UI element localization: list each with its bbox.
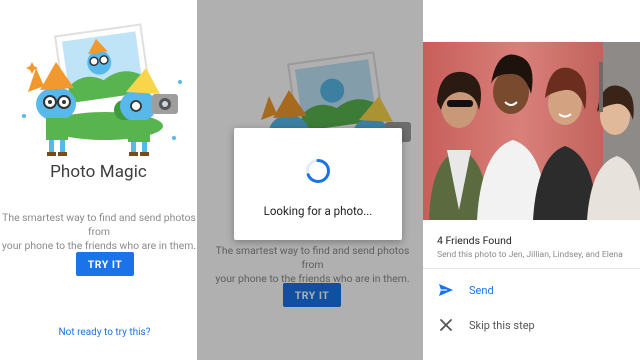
send-action[interactable]: Send xyxy=(423,275,640,305)
friends-found-sheet: 4 Friends Found Send this photo to Jen, … xyxy=(423,220,640,360)
send-label: Send xyxy=(469,283,494,297)
loading-message: Looking for a photo... xyxy=(263,204,373,218)
try-it-button[interactable]: TRY IT xyxy=(76,252,134,276)
send-to-description: Send this photo to Jen, Jillian, Lindsey… xyxy=(437,250,623,260)
skip-label: Skip this step xyxy=(469,318,535,332)
close-icon xyxy=(437,316,455,334)
group-photo xyxy=(423,42,640,220)
loading-screen: The smartest way to find and send photos… xyxy=(197,0,423,360)
description-line-2: your phone to the friends who are in the… xyxy=(1,239,197,252)
description-line-1: The smartest way to find and send photos… xyxy=(2,211,196,238)
loading-dialog: Looking for a photo... xyxy=(234,128,402,240)
photo-magic-illustration xyxy=(22,23,182,156)
screen-title: Photo Magic xyxy=(50,162,147,182)
onboarding-screen: Photo Magic The smartest way to find and… xyxy=(0,0,197,360)
not-ready-link[interactable]: Not ready to try this? xyxy=(6,327,197,338)
screens-stage: Photo Magic The smartest way to find and… xyxy=(0,0,640,360)
loading-spinner-icon xyxy=(306,159,330,183)
friends-found-title: 4 Friends Found xyxy=(437,234,512,247)
send-icon xyxy=(437,281,455,299)
friends-found-screen: 4 Friends Found Send this photo to Jen, … xyxy=(423,0,640,360)
screen-description: The smartest way to find and send photos… xyxy=(0,211,197,253)
divider xyxy=(423,268,640,269)
skip-action[interactable]: Skip this step xyxy=(423,310,640,340)
